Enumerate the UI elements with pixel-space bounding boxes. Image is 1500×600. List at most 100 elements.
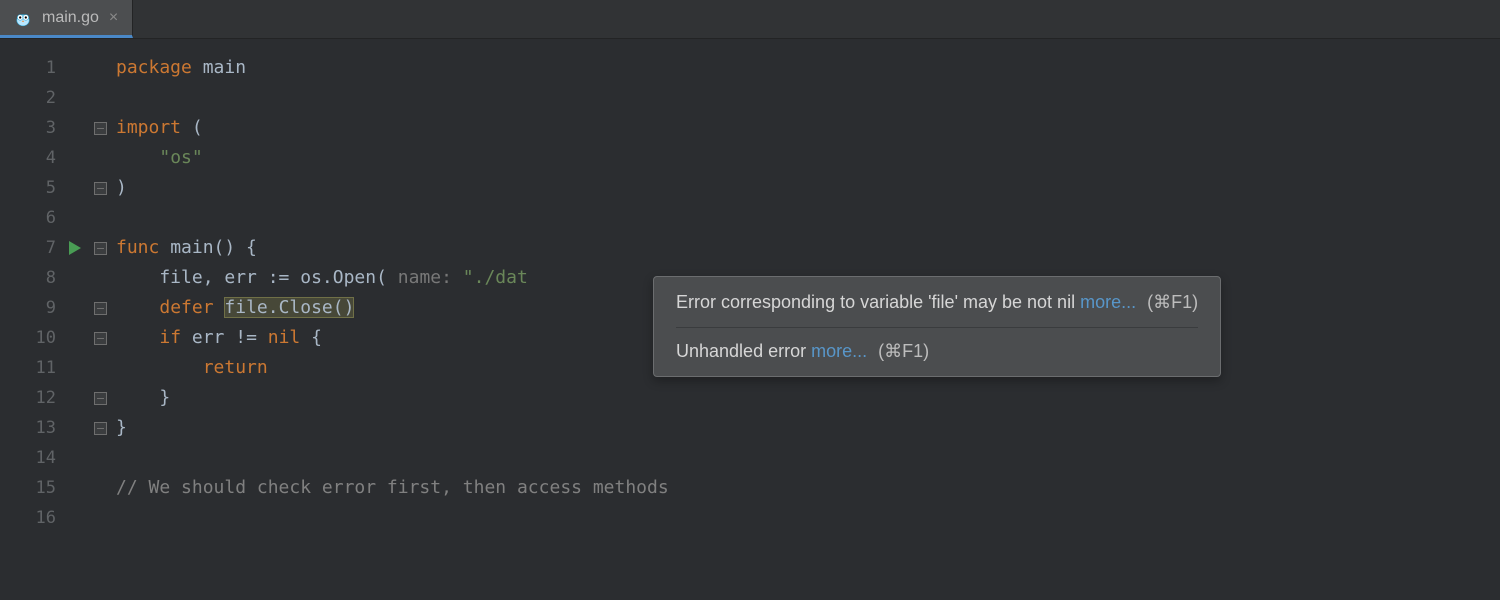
fold-cell: [88, 473, 112, 503]
code-text: [214, 297, 225, 318]
code-line: package main: [116, 53, 1500, 83]
fold-cell: [88, 383, 112, 413]
gutter-icon-cell: [62, 443, 88, 473]
fold-cell: [88, 53, 112, 83]
fold-close-icon[interactable]: [94, 422, 107, 435]
tooltip-more-link[interactable]: more...: [1080, 292, 1136, 312]
gutter-icons: [62, 39, 88, 533]
line-number: 12: [0, 383, 56, 413]
gutter-icon-cell: [62, 233, 88, 263]
code-line: [116, 83, 1500, 113]
fold-cell: [88, 143, 112, 173]
fold-cell: [88, 173, 112, 203]
fold-cell: [88, 203, 112, 233]
code-line: // We should check error first, then acc…: [116, 473, 1500, 503]
code-line: [116, 503, 1500, 533]
fold-cell: [88, 503, 112, 533]
tooltip-message: Error corresponding to variable 'file' m…: [676, 292, 1075, 312]
fold-cell: [88, 83, 112, 113]
inspection-tooltip: Error corresponding to variable 'file' m…: [653, 276, 1221, 377]
gutter-icon-cell: [62, 503, 88, 533]
string: "./dat: [452, 267, 528, 288]
gutter-icon-cell: [62, 263, 88, 293]
gutter-icon-cell: [62, 83, 88, 113]
line-number: 6: [0, 203, 56, 233]
line-number: 9: [0, 293, 56, 323]
line-number: 4: [0, 143, 56, 173]
tooltip-more-link[interactable]: more...: [811, 341, 867, 361]
line-number: 16: [0, 503, 56, 533]
gutter-icon-cell: [62, 413, 88, 443]
code-text: file, err := os.Open(: [116, 267, 398, 288]
line-number: 13: [0, 413, 56, 443]
punct: (: [181, 117, 203, 138]
code-line: [116, 443, 1500, 473]
punct: ): [116, 177, 127, 198]
code-line: import (: [116, 113, 1500, 143]
tab-bar: main.go ×: [0, 0, 1500, 39]
gutter-icon-cell: [62, 203, 88, 233]
gutter-icon-cell: [62, 323, 88, 353]
line-number: 1: [0, 53, 56, 83]
fold-open-icon[interactable]: [94, 242, 107, 255]
comment: // We should check error first, then acc…: [116, 477, 669, 498]
code-line: func main() {: [116, 233, 1500, 263]
go-gopher-icon: [14, 9, 32, 27]
indent: [116, 147, 159, 168]
file-tab[interactable]: main.go ×: [0, 0, 133, 38]
line-number: 3: [0, 113, 56, 143]
fold-close-icon[interactable]: [94, 392, 107, 405]
code-text: err !=: [181, 327, 268, 348]
indent: [116, 357, 203, 378]
indent: [116, 297, 159, 318]
fold-close-icon[interactable]: [94, 332, 107, 345]
keyword: nil: [268, 327, 301, 348]
fold-cell: [88, 443, 112, 473]
fold-close-icon[interactable]: [94, 182, 107, 195]
gutter-icon-cell: [62, 53, 88, 83]
line-number-gutter: 12345678910111213141516: [0, 39, 62, 533]
punct: {: [300, 327, 322, 348]
line-number: 2: [0, 83, 56, 113]
tooltip-shortcut: (⌘F1): [1147, 292, 1198, 312]
tooltip-row: Unhandled error more... (⌘F1): [676, 334, 1198, 368]
fold-cell: [88, 353, 112, 383]
fold-cell: [88, 263, 112, 293]
tooltip-shortcut: (⌘F1): [878, 341, 929, 361]
code-line: "os": [116, 143, 1500, 173]
keyword: return: [203, 357, 268, 378]
indent: [116, 327, 159, 348]
string: "os": [159, 147, 202, 168]
tooltip-message: Unhandled error: [676, 341, 806, 361]
keyword: func: [116, 237, 159, 258]
line-number: 8: [0, 263, 56, 293]
keyword: package: [116, 57, 192, 78]
run-icon[interactable]: [69, 241, 81, 255]
keyword: import: [116, 117, 181, 138]
keyword: defer: [159, 297, 213, 318]
line-number: 5: [0, 173, 56, 203]
line-number: 14: [0, 443, 56, 473]
file-tab-label: main.go: [42, 3, 99, 33]
fold-close-icon[interactable]: [94, 302, 107, 315]
close-tab-icon[interactable]: ×: [109, 10, 118, 26]
identifier: main: [192, 57, 246, 78]
code-line: }: [116, 383, 1500, 413]
punct: }: [116, 387, 170, 408]
line-number: 15: [0, 473, 56, 503]
parameter-hint: name:: [398, 267, 452, 288]
fold-cell: [88, 233, 112, 263]
line-number: 10: [0, 323, 56, 353]
code-line: [116, 203, 1500, 233]
fold-open-icon[interactable]: [94, 122, 107, 135]
code-line: }: [116, 413, 1500, 443]
gutter-icon-cell: [62, 173, 88, 203]
line-number: 11: [0, 353, 56, 383]
fold-cell: [88, 323, 112, 353]
punct: () {: [214, 237, 257, 258]
editor[interactable]: 12345678910111213141516 package main imp…: [0, 39, 1500, 600]
punct: }: [116, 417, 127, 438]
gutter-icon-cell: [62, 293, 88, 323]
highlighted-code: file.Close(): [224, 297, 354, 318]
tooltip-row: Error corresponding to variable 'file' m…: [676, 285, 1198, 328]
